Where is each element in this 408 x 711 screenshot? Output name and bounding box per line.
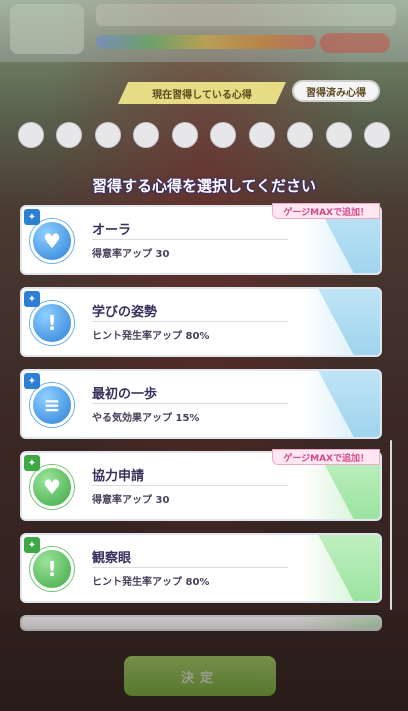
skill-name: 学びの姿勢 <box>92 305 158 320</box>
divider <box>92 239 288 240</box>
top-info-panel <box>96 4 396 26</box>
divider <box>92 567 288 568</box>
decide-button[interactable]: 決定 <box>124 656 276 696</box>
sparkle-icon: ✦ <box>24 537 40 553</box>
exclamation-icon: ! <box>30 547 74 591</box>
card-decoration <box>318 535 380 601</box>
rabbit-icon: ♥ <box>30 219 74 263</box>
skill-effect: ヒント発生率アップ 80% <box>92 331 210 342</box>
card-decoration <box>318 289 380 355</box>
list-scrollbar[interactable] <box>390 440 392 610</box>
sparkle-icon: ✦ <box>24 291 40 307</box>
top-right-button <box>320 33 390 53</box>
skill-name: オーラ <box>92 223 132 238</box>
skill-effect: ヒント発生率アップ 80% <box>92 577 210 588</box>
rabbit-icon: ♥ <box>30 465 74 509</box>
exclamation-icon: ! <box>30 301 74 345</box>
top-status-bar <box>0 0 408 62</box>
card-decoration <box>318 371 380 437</box>
empty-slot <box>248 122 275 148</box>
dumbbell-icon: ≡ <box>30 383 74 427</box>
learned-slots <box>18 122 390 148</box>
learned-list-button[interactable]: 習得済み心得 <box>292 80 380 102</box>
mood-meter <box>96 35 316 49</box>
empty-slot <box>363 122 390 148</box>
skill-effect: 得意率アップ 30 <box>92 495 170 506</box>
skill-name: 観察眼 <box>92 551 132 566</box>
gauge-max-badge: ゲージMAXで追加！ <box>272 449 380 465</box>
page-title: 習得する心得を選択してください <box>91 177 317 195</box>
empty-slot <box>171 122 198 148</box>
skill-name: 協力申請 <box>92 469 145 484</box>
empty-slot <box>325 122 352 148</box>
skill-effect: やる気効果アップ 15% <box>92 413 200 424</box>
skill-option-list: ゲージMAXで追加！ ♥ ✦ オーラ 得意率アップ 30! ✦ 学びの姿勢 ヒント発生率アップ… <box>20 203 382 643</box>
divider <box>92 403 288 404</box>
sparkle-icon: ✦ <box>24 455 40 471</box>
skill-effect: 得意率アップ 30 <box>92 249 170 260</box>
divider <box>92 485 288 486</box>
empty-slot <box>56 122 83 148</box>
skill-option-card[interactable]: ≡ ✦ 最初の一歩やる気効果アップ 15% <box>20 369 382 439</box>
empty-slot <box>94 122 121 148</box>
empty-slot <box>133 122 160 148</box>
empty-slot <box>18 122 44 148</box>
top-left-panel <box>10 4 84 54</box>
current-learned-label: 現在習得している心得 <box>118 82 286 104</box>
empty-slot <box>287 122 314 148</box>
panel-header: 現在習得している心得 習得済み心得 <box>0 80 408 108</box>
empty-slot <box>210 122 237 148</box>
sparkle-icon: ✦ <box>24 373 40 389</box>
sparkle-icon: ✦ <box>24 209 40 225</box>
skill-option-card[interactable]: ! ✦ 学びの姿勢ヒント発生率アップ 80% <box>20 287 382 357</box>
gauge-max-badge: ゲージMAXで追加！ <box>272 203 380 219</box>
divider <box>92 321 288 322</box>
skill-option-card[interactable]: ! ✦ 観察眼ヒント発生率アップ 80% <box>20 533 382 603</box>
skill-name: 最初の一歩 <box>92 387 158 402</box>
